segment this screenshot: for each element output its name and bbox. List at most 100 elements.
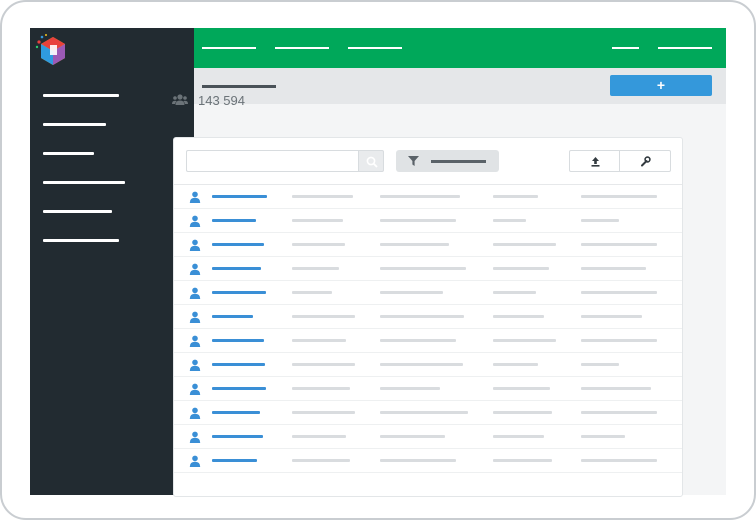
row-cell xyxy=(292,363,355,366)
row-cell xyxy=(581,291,657,294)
user-icon xyxy=(189,215,201,227)
row-name-link[interactable] xyxy=(212,435,263,438)
table-row[interactable] xyxy=(174,257,682,281)
row-cell xyxy=(493,219,526,222)
row-cell xyxy=(493,363,538,366)
row-cell xyxy=(581,195,657,198)
row-cell xyxy=(380,387,440,390)
row-name-link[interactable] xyxy=(212,387,266,390)
row-cell xyxy=(380,291,443,294)
sidebar-item-5[interactable] xyxy=(43,210,112,213)
filter-label xyxy=(431,160,486,163)
topnav-item-5[interactable] xyxy=(658,47,712,49)
row-cell xyxy=(380,219,456,222)
row-cell xyxy=(380,315,464,318)
user-icon xyxy=(189,263,201,275)
row-cell xyxy=(292,435,346,438)
row-name-link[interactable] xyxy=(212,267,261,270)
row-name-link[interactable] xyxy=(212,243,264,246)
row-cell xyxy=(292,387,350,390)
row-cell xyxy=(493,291,536,294)
row-name-link[interactable] xyxy=(212,219,256,222)
topnav-item-4[interactable] xyxy=(612,47,639,49)
table-row[interactable] xyxy=(174,329,682,353)
row-cell xyxy=(493,459,552,462)
table-row[interactable] xyxy=(174,401,682,425)
upload-icon xyxy=(591,157,600,167)
row-cell xyxy=(292,459,350,462)
table-row[interactable] xyxy=(174,425,682,449)
row-name-link[interactable] xyxy=(212,315,253,318)
search-button[interactable] xyxy=(358,150,384,172)
filter-icon xyxy=(408,156,419,166)
export-button[interactable] xyxy=(569,150,620,172)
row-name-link[interactable] xyxy=(212,195,267,198)
row-cell xyxy=(380,435,445,438)
search-input[interactable] xyxy=(186,150,358,172)
add-button[interactable]: + xyxy=(610,75,712,96)
sidebar xyxy=(30,28,194,495)
settings-button[interactable] xyxy=(620,150,671,172)
user-icon xyxy=(189,239,201,251)
row-cell xyxy=(493,387,550,390)
table-row[interactable] xyxy=(174,305,682,329)
row-cell xyxy=(380,339,456,342)
row-name-link[interactable] xyxy=(212,363,265,366)
sidebar-item-4[interactable] xyxy=(43,181,125,184)
table-row[interactable] xyxy=(174,353,682,377)
sidebar-item-2[interactable] xyxy=(43,123,106,126)
row-cell xyxy=(380,195,460,198)
row-cell xyxy=(581,219,619,222)
row-cell xyxy=(292,243,345,246)
row-cell xyxy=(581,435,625,438)
user-count: 143 594 xyxy=(198,93,245,108)
user-icon xyxy=(189,407,201,419)
table-row[interactable] xyxy=(174,281,682,305)
row-cell xyxy=(493,411,552,414)
user-icon xyxy=(189,455,201,467)
topnav-item-1[interactable] xyxy=(202,47,256,49)
users-table-panel xyxy=(173,137,683,497)
sidebar-item-3[interactable] xyxy=(43,152,94,155)
row-cell xyxy=(581,363,619,366)
row-cell xyxy=(493,195,538,198)
row-cell xyxy=(581,267,646,270)
sidebar-item-1[interactable] xyxy=(43,94,119,97)
table-row[interactable] xyxy=(174,377,682,401)
row-cell xyxy=(581,387,651,390)
row-cell xyxy=(292,219,343,222)
page-title xyxy=(202,85,276,88)
row-name-link[interactable] xyxy=(212,339,264,342)
user-icon xyxy=(189,287,201,299)
users-icon xyxy=(172,94,188,105)
row-cell xyxy=(292,339,346,342)
row-cell xyxy=(292,267,339,270)
row-name-link[interactable] xyxy=(212,411,260,414)
row-cell xyxy=(493,315,544,318)
table-row[interactable] xyxy=(174,233,682,257)
sidebar-item-6[interactable] xyxy=(43,239,119,242)
row-cell xyxy=(493,435,544,438)
row-cell xyxy=(581,411,657,414)
row-cell xyxy=(380,459,456,462)
user-icon xyxy=(189,311,201,323)
row-cell xyxy=(292,315,355,318)
row-cell xyxy=(581,315,642,318)
filter-button[interactable] xyxy=(396,150,499,172)
row-cell xyxy=(581,339,657,342)
user-icon xyxy=(189,431,201,443)
top-navigation-bar xyxy=(194,28,726,68)
wrench-icon xyxy=(641,156,651,167)
user-icon xyxy=(189,383,201,395)
row-cell xyxy=(380,363,463,366)
row-cell xyxy=(581,243,657,246)
app-logo[interactable] xyxy=(34,32,72,70)
table-row[interactable] xyxy=(174,209,682,233)
table-row[interactable] xyxy=(174,185,682,209)
row-name-link[interactable] xyxy=(212,291,266,294)
topnav-item-3[interactable] xyxy=(348,47,402,49)
table-row[interactable] xyxy=(174,449,682,473)
row-name-link[interactable] xyxy=(212,459,257,462)
user-icon xyxy=(189,359,201,371)
topnav-item-2[interactable] xyxy=(275,47,329,49)
